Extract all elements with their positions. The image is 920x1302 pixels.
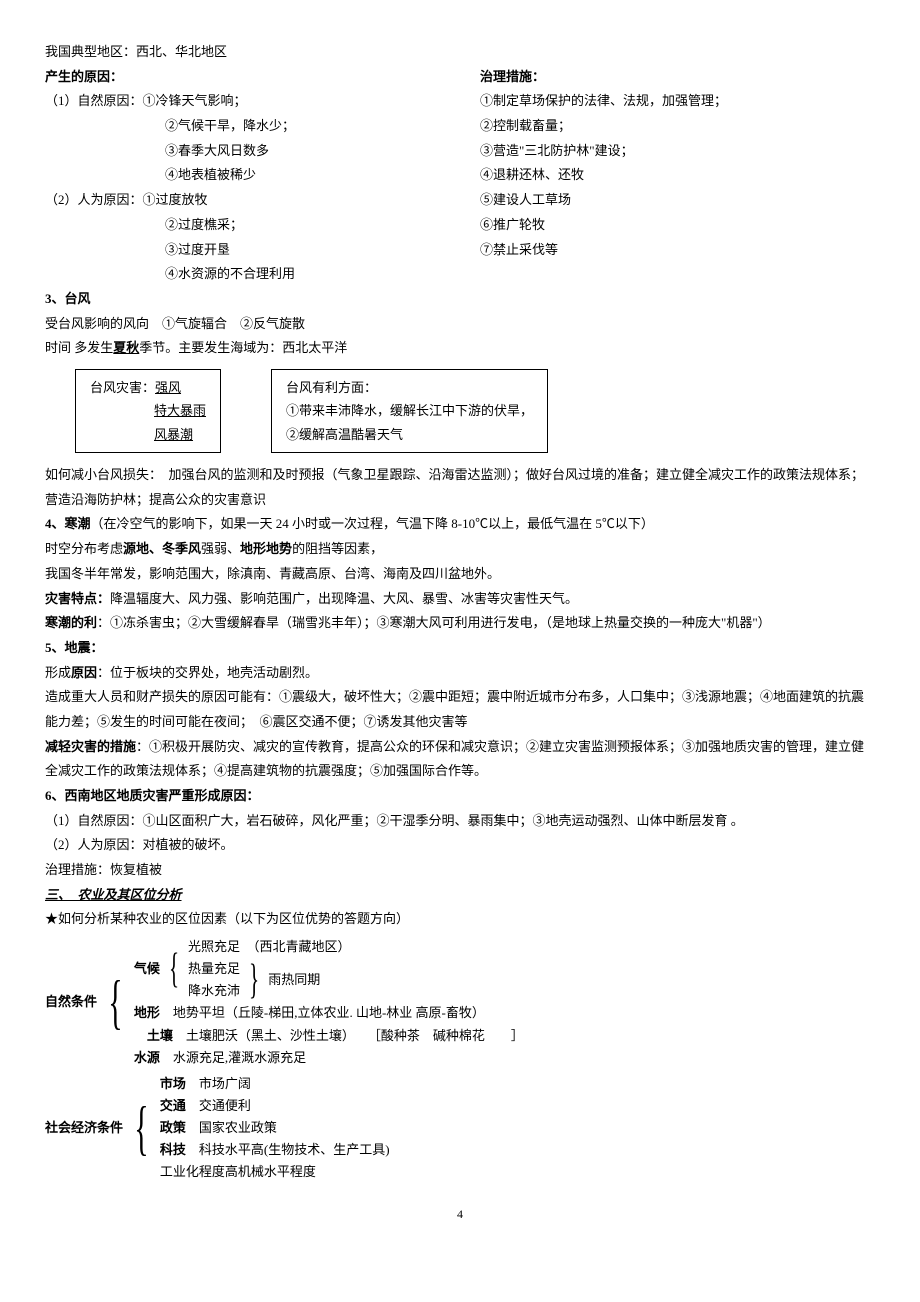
climate-items: 光照充足 （西北青藏地区） 热量充足 降水充沛 } 雨热同期 [188,936,351,1002]
natural-label: 自然条件 [45,990,97,1015]
measures-col: 治理措施： ①制定草场保护的法律、法规，加强管理； ②控制载畜量； ③营造"三北… [480,65,875,287]
natural-cause-4: ④地表植被稀少 [45,163,440,188]
natural-conditions-block: 自然条件 { 气候 { 光照充足 （西北青藏地区） 热量充足 降水充沛 } 雨热… [45,936,875,1069]
social-e: 工业化程度高机械水平程度 [160,1161,390,1183]
bracket-icon: { [132,1119,150,1137]
bracket-icon: { [106,993,124,1011]
s4-line3: 灾害特点：降温辐度大、风力强、影响范围广，出现降温、大风、暴雪、冰害等灾害性天气… [45,587,875,612]
measure-6: ⑥推广轮牧 [480,213,875,238]
social-label: 社会经济条件 [45,1116,123,1141]
s4-line1: 时空分布考虑源地、冬季风强弱、地形地势的阻挡等因素， [45,537,875,562]
natural-cause-1: （1）自然原因：①冷锋天气影响； [45,89,440,114]
section-6-title: 6、西南地区地质灾害严重形成原因： [45,784,875,809]
box2-line3: ②缓解高温酷暑天气 [286,423,533,446]
human-cause-3: ③过度开垦 [45,238,440,263]
terrain-row: 地形 地势平坦（丘陵-梯田,立体农业. 山地-林业 高原-畜牧） [134,1002,524,1024]
section-7-title: 三、 农业及其区位分析 [45,883,875,908]
social-content: 市场 市场广阔 交通 交通便利 政策 国家农业政策 科技 科技水平高(生物技术、… [160,1073,390,1183]
s3-reduce: 如何减小台风损失： 加强台风的监测和及时预报（气象卫星跟踪、沿海雷达监测）；做好… [45,463,875,512]
bracket-icon: { [167,963,181,976]
s3-line1: 受台风影响的风向 ①气旋辐合 ②反气旋散 [45,312,875,337]
natural-cause-2: ②气候干旱，降水少； [45,114,440,139]
soil-row: 土壤 土壤肥沃（黑土、沙性土壤） ［酸种茶 碱种棉花 ］ [134,1025,524,1047]
climate-b: 热量充足 [188,958,240,980]
box1-line1: 台风灾害：强风 [90,376,206,399]
measures-title: 治理措施： [480,65,875,90]
climate-c: 降水充沛 [188,980,240,1002]
s4-title: 4、寒潮（在冷空气的影响下，如果一天 24 小时或一次过程，气温下降 8-10℃… [45,512,875,537]
s6-line2: （2）人为原因：对植被的破坏。 [45,833,875,858]
climate-a: 光照充足 （西北青藏地区） [188,936,351,958]
box1-line3: 风暴潮 [90,423,206,446]
human-cause-2: ②过度樵采； [45,213,440,238]
s7-star: ★如何分析某种农业的区位因素（以下为区位优势的答题方向） [45,907,875,932]
page-number: 4 [45,1203,875,1226]
climate-label: 气候 [134,958,160,980]
s5-line1: 形成原因：位于板块的交界处，地壳活动剧烈。 [45,661,875,686]
water-row: 水源 水源充足,灌溉水源充足 [134,1047,524,1069]
s6-line1: （1）自然原因：①山区面积广大，岩石破碎，风化严重；②干湿季分明、暴雨集中；③地… [45,809,875,834]
causes-col: 产生的原因： （1）自然原因：①冷锋天气影响； ②气候干旱，降水少； ③春季大风… [45,65,440,287]
social-d: 科技 科技水平高(生物技术、生产工具) [160,1139,390,1161]
intro-line: 我国典型地区：西北、华北地区 [45,40,875,65]
s5-line2: 造成重大人员和财产损失的原因可能有：①震级大，破坏性大；②震中距短；震中附近城市… [45,685,875,734]
human-cause-4: ④水资源的不合理利用 [45,262,440,287]
measure-4: ④退耕还林、还牧 [480,163,875,188]
causes-title: 产生的原因： [45,65,440,90]
s4-line2: 我国冬半年常发，影响范围大，除滇南、青藏高原、台湾、海南及四川盆地外。 [45,562,875,587]
measure-5: ⑤建设人工草场 [480,188,875,213]
s4-line4: 寒潮的利：①冻杀害虫；②大雪缓解春旱（瑞雪兆丰年）；③寒潮大风可利用进行发电，（… [45,611,875,636]
climate-bc-group: 热量充足 降水充沛 } 雨热同期 [188,958,351,1002]
box1-line2: 特大暴雨 [90,399,206,422]
social-a: 市场 市场广阔 [160,1073,390,1095]
typhoon-benefit-box: 台风有利方面： ①带来丰沛降水，缓解长江中下游的伏旱， ②缓解高温酷暑天气 [271,369,548,453]
measure-1: ①制定草场保护的法律、法规，加强管理； [480,89,875,114]
climate-together: 雨热同期 [268,969,320,991]
human-cause-1: （2）人为原因：①过度放牧 [45,188,440,213]
natural-content: 气候 { 光照充足 （西北青藏地区） 热量充足 降水充沛 } 雨热同期 地形 地… [134,936,524,1069]
s5-line3: 减轻灾害的措施：①积极开展防灾、减灾的宣传教育，提高公众的环保和减灾意识；②建立… [45,735,875,784]
measure-3: ③营造"三北防护林"建设； [480,139,875,164]
natural-cause-3: ③春季大风日数多 [45,139,440,164]
measure-2: ②控制载畜量； [480,114,875,139]
climate-row: 气候 { 光照充足 （西北青藏地区） 热量充足 降水充沛 } 雨热同期 [134,936,524,1002]
social-conditions-block: 社会经济条件 { 市场 市场广阔 交通 交通便利 政策 国家农业政策 科技 科技… [45,1073,875,1183]
box2-line1: 台风有利方面： [286,376,533,399]
box2-line2: ①带来丰沛降水，缓解长江中下游的伏旱， [286,399,533,422]
section-5-title: 5、地震： [45,636,875,661]
section-3-title: 3、台风 [45,287,875,312]
social-c: 政策 国家农业政策 [160,1117,390,1139]
typhoon-disaster-box: 台风灾害：强风 特大暴雨 风暴潮 [75,369,221,453]
s6-line3: 治理措施：恢复植被 [45,858,875,883]
social-b: 交通 交通便利 [160,1095,390,1117]
bracket-close-icon: } [247,974,261,987]
causes-measures-block: 产生的原因： （1）自然原因：①冷锋天气影响； ②气候干旱，降水少； ③春季大风… [45,65,875,287]
s3-line2: 时间 多发生夏秋季节。主要发生海域为：西北太平洋 [45,336,875,361]
measure-7: ⑦禁止采伐等 [480,238,875,263]
typhoon-boxes: 台风灾害：强风 特大暴雨 风暴潮 台风有利方面： ①带来丰沛降水，缓解长江中下游… [75,369,875,453]
